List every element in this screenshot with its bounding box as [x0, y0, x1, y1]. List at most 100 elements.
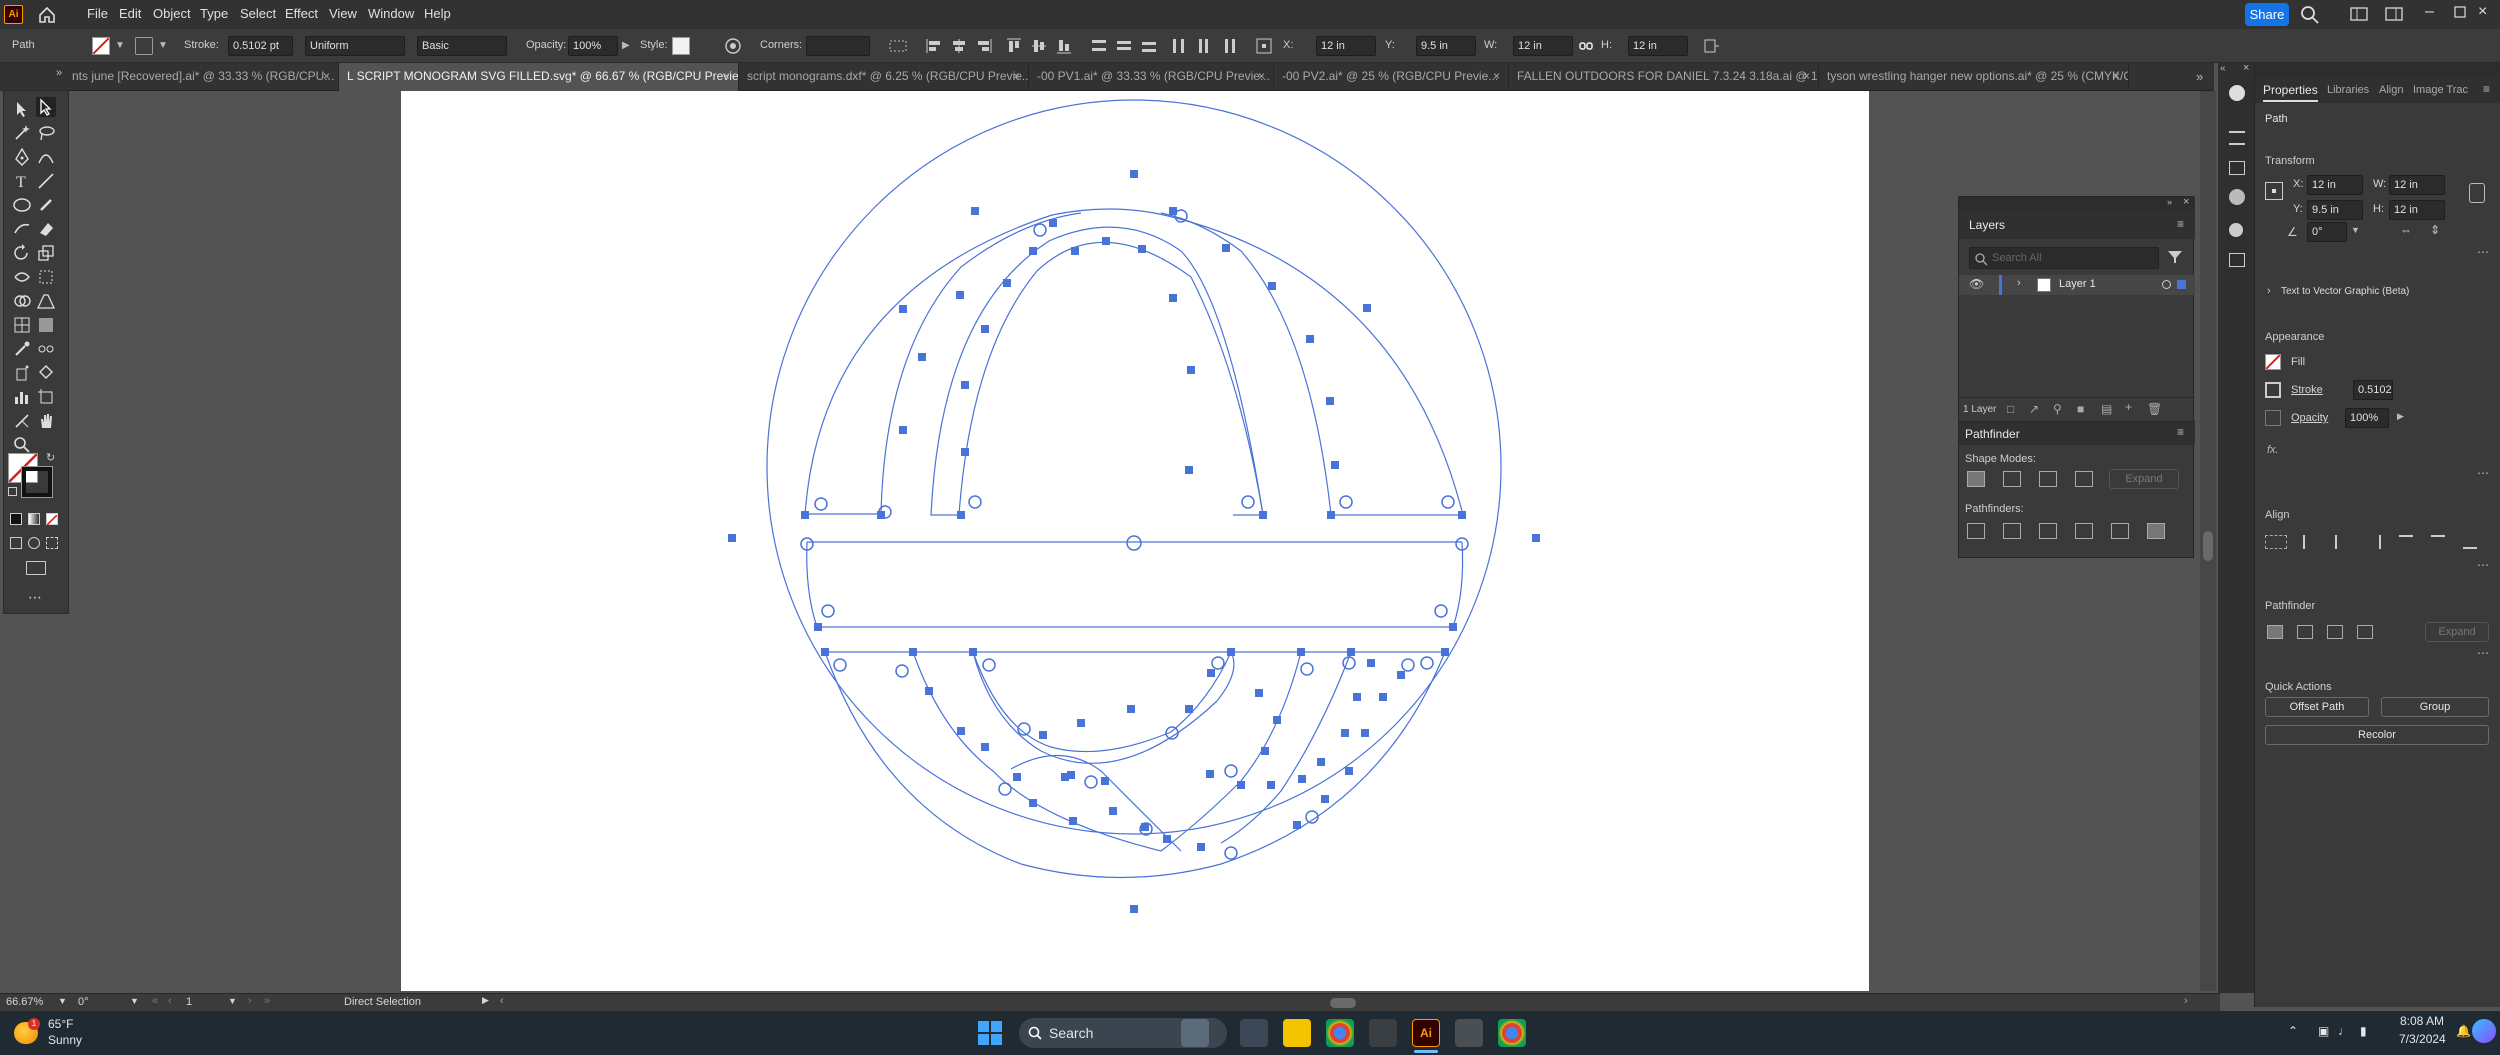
- show-hidden-icons[interactable]: ⌃: [2288, 1024, 2298, 1038]
- trim-icon[interactable]: [2003, 523, 2021, 539]
- rotation-dropdown-icon[interactable]: ▼: [130, 996, 139, 1006]
- minus-front-icon[interactable]: [2297, 625, 2313, 639]
- rotate-angle-field[interactable]: 0°: [2307, 222, 2347, 242]
- clock-time[interactable]: 8:08 AM: [2400, 1014, 2444, 1028]
- file-explorer-icon[interactable]: [1283, 1019, 1311, 1047]
- stroke-swatch[interactable]: [2265, 382, 2281, 398]
- fx-icon[interactable]: fx.: [2267, 444, 2279, 456]
- more-tabs-icon[interactable]: »: [2196, 69, 2203, 84]
- corners-field[interactable]: [806, 36, 870, 56]
- copilot-icon[interactable]: [2472, 1019, 2496, 1043]
- zoom-tool-icon[interactable]: [12, 435, 32, 455]
- gradient-tool-icon[interactable]: [36, 315, 56, 335]
- visibility-eye-icon[interactable]: 👁: [1969, 277, 1984, 291]
- more-options-icon[interactable]: ⋯: [2477, 245, 2489, 259]
- previous-artboard-icon[interactable]: ‹: [168, 995, 172, 1007]
- collapse-panel-icon[interactable]: »: [2167, 197, 2172, 207]
- stroke-dropdown-icon[interactable]: ▼: [158, 40, 168, 51]
- draw-inside-icon[interactable]: [46, 537, 58, 549]
- offset-path-button[interactable]: Offset Path: [2265, 697, 2369, 717]
- share-button[interactable]: Share: [2245, 3, 2289, 26]
- recolor-artwork-icon[interactable]: [724, 37, 742, 58]
- stroke-swatch[interactable]: [135, 37, 153, 55]
- fill-swatch[interactable]: [2265, 354, 2281, 370]
- pen-tool-icon[interactable]: [12, 147, 32, 167]
- props-x-field[interactable]: 12 in: [2307, 175, 2363, 195]
- blend-tool-icon[interactable]: [36, 339, 56, 359]
- menu-edit[interactable]: Edit: [119, 6, 141, 21]
- align-right-icon[interactable]: [2367, 535, 2381, 549]
- eyedropper-tool-icon[interactable]: [12, 339, 32, 359]
- text-to-vector-label[interactable]: Text to Vector Graphic (Beta): [2281, 286, 2409, 297]
- horizontal-align-right-icon[interactable]: [975, 37, 993, 58]
- scale-tool-icon[interactable]: [36, 243, 56, 263]
- angle-dropdown-icon[interactable]: ▼: [2351, 225, 2360, 235]
- curvature-tool-icon[interactable]: [36, 147, 56, 167]
- distribute-right-icon[interactable]: [1220, 37, 1238, 58]
- status-menu-icon[interactable]: ▶: [482, 995, 489, 1006]
- network-icon[interactable]: ▣: [2318, 1024, 2329, 1038]
- opacity-label[interactable]: Opacity: [2291, 412, 2328, 424]
- volume-icon[interactable]: ♩: [2338, 1024, 2350, 1038]
- next-artboard-icon[interactable]: ›: [248, 995, 252, 1007]
- exclude-icon[interactable]: [2075, 471, 2093, 487]
- ellipse-tool-icon[interactable]: [12, 195, 32, 215]
- props-opacity-field[interactable]: 100%: [2345, 408, 2389, 428]
- align-bottom-icon[interactable]: [2463, 535, 2477, 549]
- edit-toolbar-icon[interactable]: ⋯: [28, 589, 42, 606]
- upper-inner-arc-path[interactable]: [804, 208, 1464, 516]
- align-horizontal-center-icon[interactable]: [2335, 535, 2349, 549]
- constrain-proportions-icon[interactable]: [2469, 183, 2485, 203]
- free-transform-tool-icon[interactable]: [36, 267, 56, 287]
- horizontal-align-left-icon[interactable]: [925, 37, 943, 58]
- variable-width-profile[interactable]: Uniform: [305, 36, 405, 56]
- intersect-icon[interactable]: [2327, 625, 2343, 639]
- opacity-expand-icon[interactable]: ▶: [2397, 411, 2404, 422]
- zoom-level[interactable]: 66.67%: [6, 996, 43, 1008]
- graphic-style-swatch[interactable]: [672, 37, 690, 55]
- height-field[interactable]: 12 in: [1628, 36, 1688, 56]
- pathfinder-expand-button[interactable]: Expand: [2109, 469, 2179, 489]
- align-to-selection-icon[interactable]: [2265, 535, 2287, 549]
- distribute-center-icon[interactable]: [1115, 37, 1133, 58]
- align-vertical-center-icon[interactable]: [2431, 535, 2445, 549]
- clipping-mask-icon[interactable]: ■: [2077, 402, 2084, 416]
- scroll-right-icon[interactable]: ›: [2184, 995, 2188, 1007]
- banner-right-edge[interactable]: [1452, 541, 1464, 628]
- lower-middle-bowl-inner[interactable]: [972, 651, 1235, 764]
- reference-point-icon[interactable]: [1255, 37, 1273, 58]
- props-expand-button[interactable]: Expand: [2425, 622, 2489, 642]
- task-view-icon[interactable]: [1240, 1019, 1268, 1047]
- tab-document-3[interactable]: script monograms.dxf* @ 6.25 % (RGB/CPU …: [739, 63, 1029, 91]
- outline-icon[interactable]: [2111, 523, 2129, 539]
- menu-view[interactable]: View: [329, 6, 357, 21]
- horizontal-align-center-icon[interactable]: [950, 37, 968, 58]
- color-strip-icon[interactable]: [2229, 189, 2245, 205]
- vertical-scrollbar[interactable]: [2200, 91, 2216, 991]
- last-artboard-icon[interactable]: »: [264, 995, 270, 1007]
- learn-icon[interactable]: [2229, 85, 2245, 101]
- default-fill-stroke-icon[interactable]: [8, 487, 17, 496]
- rotation-value[interactable]: 0°: [78, 996, 89, 1008]
- distribute-horizontal-center-icon[interactable]: [1195, 37, 1213, 58]
- search-icon[interactable]: [2300, 5, 2320, 28]
- banner-left-edge[interactable]: [806, 541, 818, 628]
- column-graph-tool-icon[interactable]: [12, 387, 32, 407]
- lower-right-outer-path[interactable]: [1220, 651, 1352, 844]
- group-button[interactable]: Group: [2381, 697, 2489, 717]
- fill-dropdown-icon[interactable]: ▼: [115, 40, 125, 51]
- scroll-left-icon[interactable]: ‹: [500, 995, 504, 1007]
- stroke-label[interactable]: Stroke: [2291, 384, 2323, 396]
- tab-align[interactable]: Align: [2379, 84, 2403, 96]
- fill-swatch[interactable]: [92, 37, 110, 55]
- artboard-dropdown-icon[interactable]: ▼: [228, 996, 237, 1006]
- menu-effect[interactable]: Effect: [285, 6, 318, 21]
- more-options-icon[interactable]: ⋯: [2477, 558, 2489, 572]
- change-screen-mode-icon[interactable]: [26, 561, 46, 575]
- lower-middle-bowl-path[interactable]: [972, 651, 1232, 753]
- clock-date[interactable]: 7/3/2024: [2399, 1032, 2446, 1046]
- inner-arch-path[interactable]: [930, 226, 1264, 516]
- illustrator-taskbar-icon[interactable]: Ai: [1412, 1019, 1440, 1047]
- menu-window[interactable]: Window: [368, 6, 414, 21]
- tab-document-4[interactable]: -00 PV1.ai* @ 33.33 % (RGB/CPU Previe...…: [1029, 63, 1274, 91]
